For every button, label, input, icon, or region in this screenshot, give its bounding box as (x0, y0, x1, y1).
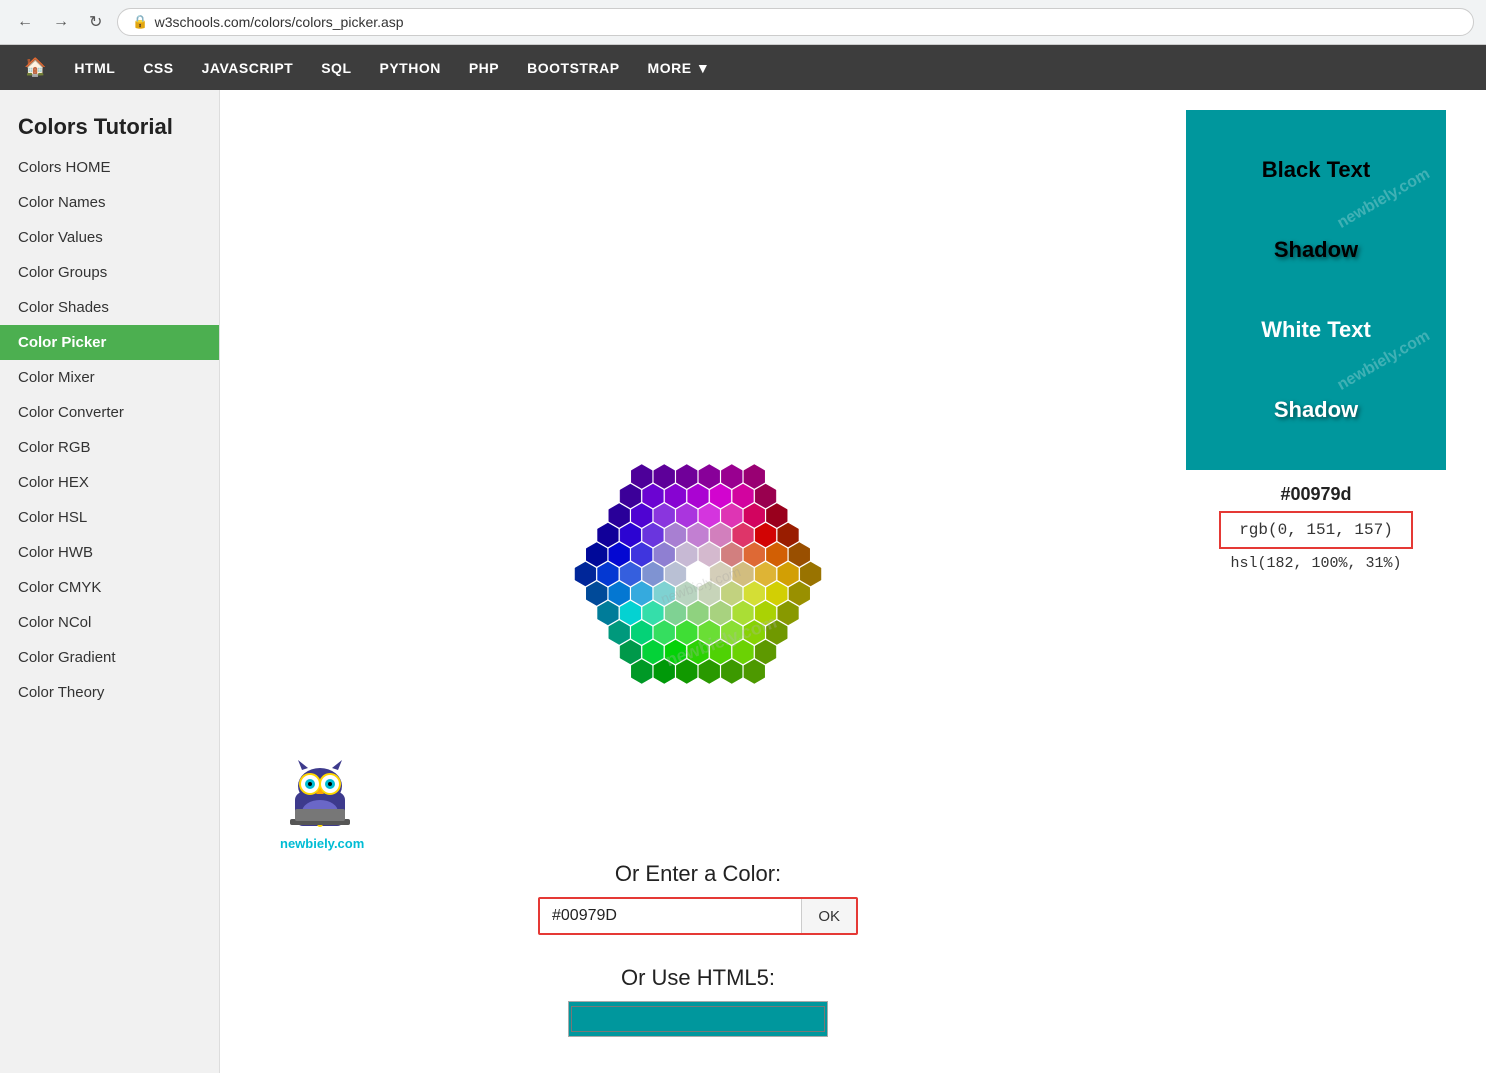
nav-more[interactable]: MORE ▼ (634, 46, 725, 90)
html5-title: Or Use HTML5: (568, 965, 828, 991)
color-rgb-box: rgb(0, 151, 157) (1219, 511, 1413, 549)
enter-color-title: Or Enter a Color: (538, 861, 858, 887)
nav-html[interactable]: HTML (60, 46, 129, 90)
sidebar-item-color-shades[interactable]: Color Shades (0, 290, 219, 325)
url-text: w3schools.com/colors/colors_picker.asp (155, 14, 404, 30)
nav-css[interactable]: CSS (129, 46, 187, 90)
nav-php[interactable]: PHP (455, 46, 513, 90)
sidebar-item-color-theory[interactable]: Color Theory (0, 675, 219, 710)
sidebar-item-color-rgb[interactable]: Color RGB (0, 430, 219, 465)
sidebar-item-color-hwb[interactable]: Color HWB (0, 535, 219, 570)
newbiely-label: newbiely.com (280, 836, 364, 851)
color-hex-label: #00979d (1219, 484, 1413, 505)
address-bar[interactable]: 🔒 w3schools.com/colors/colors_picker.asp (117, 8, 1474, 36)
color-input-row: OK (538, 897, 858, 935)
back-button[interactable]: ← (12, 11, 38, 33)
sidebar-item-color-groups[interactable]: Color Groups (0, 255, 219, 290)
color-hsl-label: hsl(182, 100%, 31%) (1219, 555, 1413, 572)
right-panel: Black Text Shadow White Text Shadow newb… (1176, 110, 1456, 1053)
owl-svg (280, 754, 360, 834)
center-panel: newbiely.com (250, 110, 1146, 1053)
sidebar-item-colors-home[interactable]: Colors HOME (0, 150, 219, 185)
sidebar-item-color-names[interactable]: Color Names (0, 185, 219, 220)
sidebar-item-color-ncol[interactable]: Color NCol (0, 605, 219, 640)
lock-icon: 🔒 (132, 14, 148, 30)
forward-button[interactable]: → (48, 11, 74, 33)
ok-button[interactable]: OK (801, 899, 856, 933)
browser-chrome: ← → ↻ 🔒 w3schools.com/colors/colors_pick… (0, 0, 1486, 45)
enter-color-section: Or Enter a Color: OK (538, 861, 858, 935)
home-nav-button[interactable]: 🏠 (10, 45, 60, 90)
color-wheel[interactable]: newbiely.com (543, 110, 853, 734)
sidebar-item-color-converter[interactable]: Color Converter (0, 395, 219, 430)
reload-button[interactable]: ↻ (84, 10, 107, 34)
nav-python[interactable]: PYTHON (366, 46, 455, 90)
sidebar-item-color-gradient[interactable]: Color Gradient (0, 640, 219, 675)
sidebar-item-color-hsl[interactable]: Color HSL (0, 500, 219, 535)
color-wheel-svg[interactable] (543, 110, 853, 420)
html5-color-section: Or Use HTML5: (568, 951, 828, 1037)
color-preview-box: Black Text Shadow White Text Shadow newb… (1186, 110, 1446, 470)
main-layout: Colors Tutorial Colors HOME Color Names … (0, 90, 1486, 1073)
html5-color-input[interactable] (568, 1001, 828, 1037)
sidebar: Colors Tutorial Colors HOME Color Names … (0, 90, 220, 1073)
color-info: #00979d rgb(0, 151, 157) hsl(182, 100%, … (1219, 484, 1413, 572)
sidebar-title: Colors Tutorial (0, 100, 219, 150)
sidebar-item-color-hex[interactable]: Color HEX (0, 465, 219, 500)
owl-mascot: newbiely.com (280, 754, 364, 851)
preview-shadow-white: Shadow (1274, 397, 1358, 423)
sidebar-item-color-mixer[interactable]: Color Mixer (0, 360, 219, 395)
top-navigation: 🏠 HTML CSS JAVASCRIPT SQL PYTHON PHP BOO… (0, 45, 1486, 90)
nav-sql[interactable]: SQL (307, 46, 365, 90)
main-content: newbiely.com (220, 90, 1486, 1073)
sidebar-item-color-picker[interactable]: Color Picker (0, 325, 219, 360)
sidebar-item-color-values[interactable]: Color Values (0, 220, 219, 255)
preview-white-text: White Text (1261, 317, 1371, 343)
nav-javascript[interactable]: JAVASCRIPT (188, 46, 308, 90)
nav-bootstrap[interactable]: BOOTSTRAP (513, 46, 633, 90)
preview-shadow-black: Shadow (1274, 237, 1358, 263)
color-input-field[interactable] (540, 899, 801, 933)
preview-black-text: Black Text (1262, 157, 1370, 183)
sidebar-item-color-cmyk[interactable]: Color CMYK (0, 570, 219, 605)
